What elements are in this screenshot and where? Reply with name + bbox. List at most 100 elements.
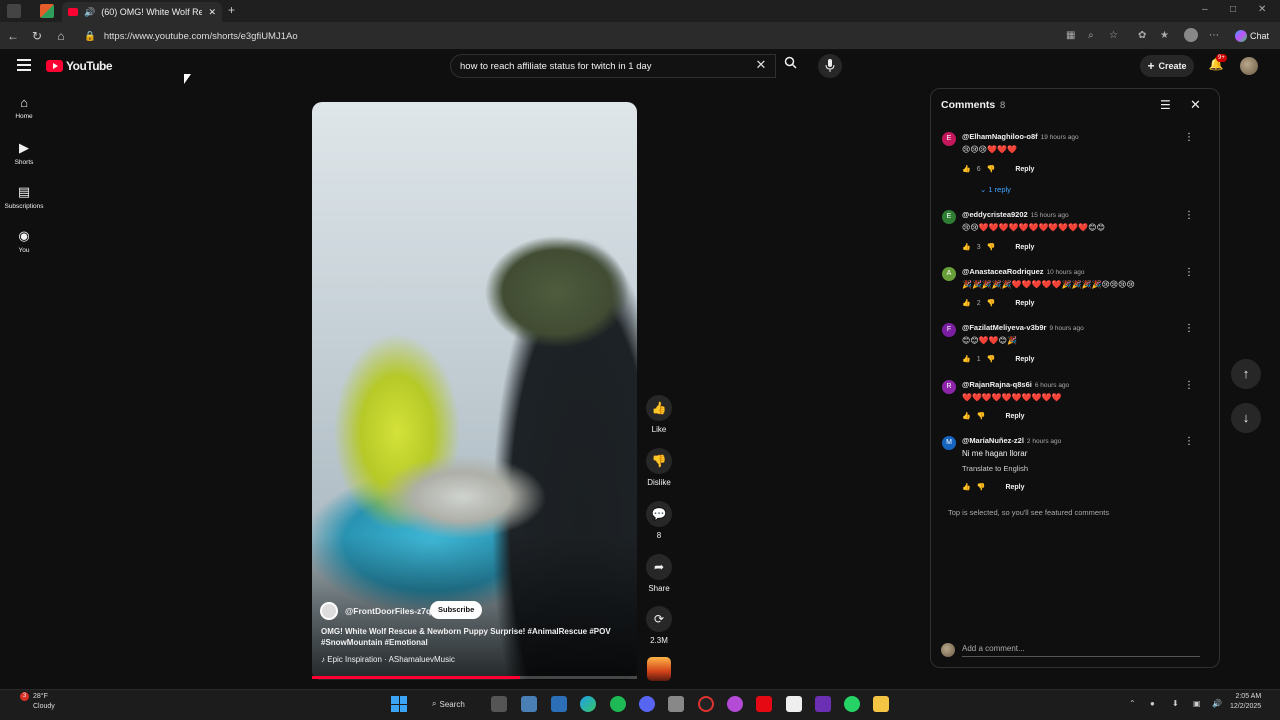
zoom-icon[interactable]: ⌕ bbox=[1088, 30, 1094, 41]
sidebar-item-home[interactable]: ⌂ Home bbox=[0, 95, 48, 120]
reply-button[interactable]: Reply bbox=[1015, 300, 1034, 307]
video-title[interactable]: OMG! White Wolf Rescue & Newborn Puppy S… bbox=[321, 626, 621, 648]
comment-like-icon[interactable]: 👍 bbox=[962, 355, 971, 363]
comment-avatar[interactable]: F bbox=[942, 323, 956, 337]
speaker-icon[interactable]: 🔊 bbox=[84, 7, 95, 18]
comment-dislike-icon[interactable]: 👎 bbox=[977, 483, 986, 491]
account-avatar[interactable] bbox=[1240, 57, 1258, 75]
music-link[interactable]: ♪ Epic Inspiration · AShamaluevMusic bbox=[321, 655, 455, 664]
tray-app-icon[interactable]: ⬇ bbox=[1172, 699, 1179, 708]
comment-dislike-icon[interactable]: 👎 bbox=[987, 355, 996, 363]
view-replies-button[interactable]: ⌄ 1 reply bbox=[980, 185, 1011, 194]
clear-search-icon[interactable]: ✕ bbox=[752, 57, 770, 75]
app-icon[interactable] bbox=[698, 696, 714, 712]
sort-icon[interactable]: ☰ bbox=[1160, 98, 1171, 112]
close-window-icon[interactable]: ✕ bbox=[1258, 4, 1266, 15]
profile-icon[interactable] bbox=[1184, 28, 1198, 42]
voice-search-button[interactable] bbox=[818, 54, 842, 78]
sound-thumbnail[interactable] bbox=[647, 657, 671, 681]
comment-author[interactable]: @MaríaNuñez-z2l 2 hours ago bbox=[962, 436, 1061, 445]
site-info-icon[interactable]: 🔒 bbox=[84, 31, 96, 42]
comment-author[interactable]: @eddycristea9202 15 hours ago bbox=[962, 210, 1069, 219]
file-explorer-icon[interactable] bbox=[873, 696, 889, 712]
extensions-icon[interactable]: ✿ bbox=[1138, 30, 1146, 41]
sidebar-item-shorts[interactable]: ▶ Shorts bbox=[0, 140, 48, 166]
sidebar-item-subscriptions[interactable]: ▤ Subscriptions bbox=[0, 184, 48, 210]
app-icon[interactable] bbox=[668, 696, 684, 712]
comment-more-icon[interactable]: ⋮ bbox=[1184, 267, 1194, 278]
reply-button[interactable]: Reply bbox=[1005, 484, 1024, 491]
window-menu-icon[interactable] bbox=[7, 4, 21, 18]
mail-icon[interactable] bbox=[786, 696, 802, 712]
comment-author[interactable]: @RajanRajna-q8s6i 6 hours ago bbox=[962, 380, 1069, 389]
reply-button[interactable]: Reply bbox=[1015, 244, 1034, 251]
comment-avatar[interactable]: E bbox=[942, 210, 956, 224]
comment-avatar[interactable]: M bbox=[942, 436, 956, 450]
favorite-star-icon[interactable]: ☆ bbox=[1109, 30, 1118, 41]
reply-button[interactable]: Reply bbox=[1015, 356, 1034, 363]
comment-like-icon[interactable]: 👍 bbox=[962, 165, 971, 173]
app-icon[interactable] bbox=[815, 696, 831, 712]
back-icon[interactable]: ← bbox=[6, 29, 20, 43]
maximize-icon[interactable]: □ bbox=[1230, 4, 1236, 15]
discord-icon[interactable] bbox=[639, 696, 655, 712]
taskbar-search[interactable]: ⌕ Search bbox=[426, 695, 474, 713]
comment-dislike-icon[interactable]: 👎 bbox=[977, 412, 986, 420]
weather-widget[interactable]: 28°F Cloudy bbox=[33, 692, 55, 712]
comment-more-icon[interactable]: ⋮ bbox=[1184, 323, 1194, 334]
video-progress-bar[interactable] bbox=[312, 676, 637, 679]
copilot-chat-button[interactable]: Chat bbox=[1232, 27, 1276, 45]
comment-more-icon[interactable]: ⋮ bbox=[1184, 436, 1194, 447]
create-button[interactable]: + Create bbox=[1140, 55, 1194, 77]
search-button[interactable] bbox=[778, 54, 802, 78]
tray-app-icon[interactable]: ● bbox=[1150, 699, 1155, 708]
minimize-icon[interactable]: – bbox=[1202, 4, 1208, 15]
previous-short-arrow-icon[interactable]: ↑ bbox=[1231, 359, 1261, 389]
next-short-arrow-icon[interactable]: ↓ bbox=[1231, 403, 1261, 433]
comment-more-icon[interactable]: ⋮ bbox=[1184, 380, 1194, 391]
share-button[interactable]: ➦ Share bbox=[640, 554, 678, 593]
start-button[interactable] bbox=[391, 696, 407, 712]
volume-icon[interactable]: 🔊 bbox=[1212, 699, 1222, 708]
comment-dislike-icon[interactable]: 👎 bbox=[987, 165, 996, 173]
comment-author[interactable]: @AnastaceaRodriquez 10 hours ago bbox=[962, 267, 1084, 276]
reload-icon[interactable]: ↻ bbox=[30, 29, 44, 43]
translate-link[interactable]: Translate to English bbox=[962, 464, 1028, 473]
home-browser-icon[interactable]: ⌂ bbox=[54, 29, 68, 43]
like-button[interactable]: 👍 Like bbox=[640, 395, 678, 434]
favorites-icon[interactable]: ★ bbox=[1160, 30, 1169, 41]
active-browser-tab[interactable]: 🔊 (60) OMG! White Wolf Resc ✕ bbox=[62, 2, 222, 22]
sidebar-item-you[interactable]: ◉ You bbox=[0, 228, 48, 254]
close-tab-icon[interactable]: ✕ bbox=[208, 7, 216, 18]
channel-name[interactable]: @FrontDoorFiles-z7q bbox=[345, 606, 431, 616]
app-icon[interactable] bbox=[551, 696, 567, 712]
system-clock[interactable]: 2:05 AM 12/2/2025 bbox=[1230, 692, 1261, 712]
comment-dislike-icon[interactable]: 👎 bbox=[987, 299, 996, 307]
comment-author[interactable]: @FazilatMeliyeva-v3b9r 9 hours ago bbox=[962, 323, 1084, 332]
app-icon[interactable]: ▦ bbox=[1066, 30, 1075, 41]
spotify-icon[interactable] bbox=[610, 696, 626, 712]
subscribe-button[interactable]: Subscribe bbox=[430, 601, 483, 619]
comment-like-icon[interactable]: 👍 bbox=[962, 243, 971, 251]
url-field[interactable]: 🔒 https://www.youtube.com/shorts/e3gfiUM… bbox=[78, 26, 1078, 46]
youtube-logo[interactable]: YouTube bbox=[46, 59, 113, 73]
comment-more-icon[interactable]: ⋮ bbox=[1184, 132, 1194, 143]
comment-avatar[interactable]: R bbox=[942, 380, 956, 394]
network-icon[interactable]: ▣ bbox=[1193, 699, 1201, 708]
comments-button[interactable]: 💬 8 bbox=[640, 501, 678, 540]
reply-button[interactable]: Reply bbox=[1005, 413, 1024, 420]
channel-avatar[interactable] bbox=[320, 602, 338, 620]
tab-icon[interactable] bbox=[40, 4, 54, 18]
comment-more-icon[interactable]: ⋮ bbox=[1184, 210, 1194, 221]
task-view-icon[interactable] bbox=[491, 696, 507, 712]
whatsapp-icon[interactable] bbox=[844, 696, 860, 712]
dislike-button[interactable]: 👎 Dislike bbox=[640, 448, 678, 487]
reply-button[interactable]: Reply bbox=[1015, 166, 1034, 173]
remix-button[interactable]: ⟳ 2.3M bbox=[640, 606, 678, 645]
comment-author[interactable]: @ElhamNaghiloo-o8f 19 hours ago bbox=[962, 132, 1079, 141]
new-tab-icon[interactable]: + bbox=[228, 3, 235, 17]
add-comment-input[interactable]: Add a comment... bbox=[962, 644, 1200, 657]
comment-avatar[interactable]: A bbox=[942, 267, 956, 281]
comment-avatar[interactable]: E bbox=[942, 132, 956, 146]
comment-like-icon[interactable]: 👍 bbox=[962, 483, 971, 491]
